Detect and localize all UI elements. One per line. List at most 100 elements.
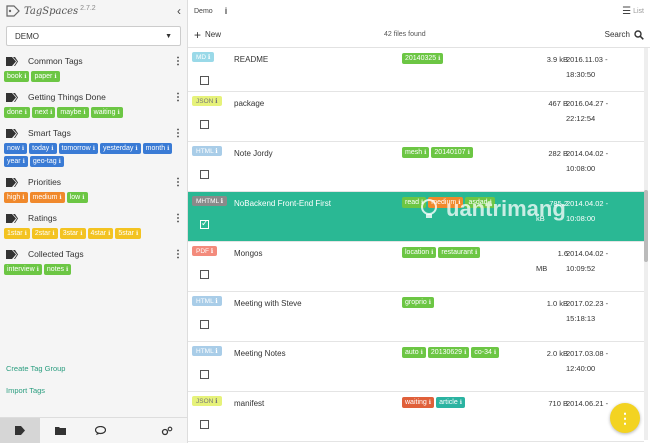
scrollbar-thumb[interactable] (644, 190, 648, 262)
file-tag-chip[interactable]: asdad ℹ (465, 197, 495, 208)
tag-label: today (32, 145, 50, 152)
tag-group-header[interactable]: Collected Tags ⋮ (2, 247, 185, 261)
tag-group-menu-icon[interactable]: ⋮ (173, 56, 183, 67)
tag-group-menu-icon[interactable]: ⋮ (173, 249, 183, 260)
tag-group-header[interactable]: Ratings ⋮ (2, 211, 185, 225)
file-checkbox[interactable] (200, 170, 209, 179)
tag-chip[interactable]: notes ℹ (43, 264, 72, 275)
file-tag-chip[interactable]: location ℹ (402, 247, 437, 258)
tag-group-menu-icon[interactable]: ⋮ (173, 177, 183, 188)
tag-chip[interactable]: next ℹ (31, 107, 56, 118)
file-extension-badge: HTML ℹ (192, 346, 222, 356)
file-row[interactable]: JSON ℹ package 467 B 2016.04.27 - 22:12:54 (188, 92, 644, 142)
file-tag-chip[interactable]: 20140325 ℹ (402, 53, 444, 64)
tag-chip[interactable]: 1star ℹ (4, 228, 30, 239)
tag-info-icon: ℹ (167, 146, 170, 152)
file-tag-chip[interactable]: 20130629 ℹ (427, 347, 470, 358)
current-location[interactable]: Demo (194, 8, 213, 15)
file-tag-chip[interactable]: 20140107 ℹ (431, 147, 473, 158)
file-checkbox[interactable] (200, 76, 209, 85)
file-tag-chip[interactable]: mesh ℹ (402, 147, 430, 158)
floating-action-button[interactable]: ⋮ (610, 403, 640, 433)
file-checkbox[interactable] (200, 420, 209, 429)
folder-navigator-button[interactable] (40, 418, 80, 443)
tag-group-icon (6, 56, 18, 66)
file-checkbox[interactable] (200, 270, 209, 279)
file-row[interactable]: HTML ℹ Meeting with Steve groprio ℹ 1.0 kB 20… (188, 292, 644, 342)
file-tag-chip[interactable]: waiting ℹ (402, 397, 435, 408)
file-checkbox[interactable] (200, 120, 209, 129)
tag-chip[interactable]: maybe ℹ (57, 107, 89, 118)
tag-chip[interactable]: interview ℹ (4, 264, 42, 275)
chat-button[interactable] (80, 418, 120, 443)
tag-info-icon: ℹ (66, 267, 69, 273)
tag-chip[interactable]: waiting ℹ (90, 107, 123, 118)
tag-chip[interactable]: 3star ℹ (59, 228, 86, 239)
tag-list: 1star ℹ 2star ℹ 3star ℹ 4star ℹ 5star ℹ (2, 225, 185, 239)
file-size: 1.0 kB (546, 299, 568, 308)
perspective-switcher[interactable]: ☰ List (622, 6, 644, 17)
tag-group-icon (6, 249, 18, 259)
file-row[interactable]: JSON ℹ manifest waiting ℹ article ℹ 710 B 2014.… (188, 392, 644, 442)
tag-label: book (7, 73, 23, 80)
import-tags-link[interactable]: Import Tags (0, 386, 51, 395)
file-name: Meeting Notes (234, 349, 286, 358)
create-tag-group-link[interactable]: Create Tag Group (0, 364, 71, 373)
tag-label: maybe (60, 109, 82, 116)
tag-chip[interactable]: 4star ℹ (87, 228, 114, 239)
tag-chip[interactable]: tomorrow ℹ (58, 143, 98, 154)
tag-chip[interactable]: done ℹ (4, 107, 30, 118)
file-row[interactable]: HTML ℹ Note Jordy mesh ℹ 20140107 ℹ 282 B 2014.… (188, 142, 644, 192)
tag-chip[interactable]: book ℹ (4, 71, 30, 82)
tag-group-header[interactable]: Getting Things Done ⋮ (2, 90, 185, 104)
file-tag-chip[interactable]: groprio ℹ (402, 297, 435, 308)
file-row[interactable]: MHTML ℹ NoBackend Front-End First readℹmed… (188, 192, 644, 242)
settings-button[interactable] (147, 418, 187, 443)
tag-group-header[interactable]: Priorities ⋮ (2, 175, 185, 189)
file-tag-chip[interactable]: read ℹ (402, 197, 427, 208)
file-row[interactable]: MD ℹ README 20140325 ℹ 3.9 kB 2016.11.03 - 18:… (188, 48, 644, 92)
tag-chip[interactable]: paper ℹ (31, 71, 60, 82)
new-file-button[interactable]: + New (194, 28, 221, 42)
tag-chip[interactable]: month ℹ (142, 143, 173, 154)
tag-group-title: Ratings (28, 213, 57, 223)
tag-chip[interactable]: medium ℹ (29, 192, 65, 203)
file-tag-chip[interactable]: co-34 ℹ (471, 347, 500, 358)
file-tag-chip[interactable]: medium ℹ (428, 197, 464, 208)
collapse-sidebar-button[interactable]: ‹ (177, 4, 181, 18)
app: TagSpaces 2.7.2 ‹ DEMO ▼ Common Tags ⋮ boo… (0, 0, 650, 443)
tag-group-header[interactable]: Common Tags ⋮ (2, 54, 185, 68)
tag-chip[interactable]: 5star ℹ (115, 228, 142, 239)
tag-chip[interactable]: year ℹ (4, 156, 28, 167)
file-checkbox[interactable] (200, 218, 209, 229)
file-checkbox[interactable] (200, 370, 209, 379)
tag-group-icon (6, 128, 18, 138)
file-row[interactable]: HTML ℹ Meeting Notes auto ℹ 20130629 ℹ co-34 ℹ 2… (188, 342, 644, 392)
tag-chip[interactable]: geo-tag ℹ (29, 156, 64, 167)
tag-chip[interactable]: 2star ℹ (31, 228, 58, 239)
tag-label: month (145, 145, 166, 152)
tag-group-menu-icon[interactable]: ⋮ (173, 128, 183, 139)
file-extension-badge: HTML ℹ (192, 146, 222, 156)
tag-group-menu-icon[interactable]: ⋮ (173, 213, 183, 224)
info-icon[interactable]: i (225, 6, 228, 16)
tag-group-menu-icon[interactable]: ⋮ (173, 92, 183, 103)
file-tag-chip[interactable]: article ℹ (436, 397, 466, 408)
file-row[interactable]: PDF ℹ Mongos location ℹ restaurant ℹ 1.6 MB 2014… (188, 242, 644, 292)
tag-group-icon (6, 177, 18, 187)
file-extension-badge: PDF ℹ (192, 246, 218, 256)
file-checkbox[interactable] (200, 320, 209, 329)
tag-label: 1star (7, 230, 23, 237)
tag-group-header[interactable]: Smart Tags ⋮ (2, 126, 185, 140)
file-tag-chip[interactable]: auto ℹ (402, 347, 426, 358)
file-extension-badge: JSON ℹ (192, 96, 222, 106)
tag-chip[interactable]: yesterday ℹ (100, 143, 141, 154)
location-select[interactable]: DEMO ▼ (6, 26, 181, 46)
tag-chip[interactable]: today ℹ (29, 143, 57, 154)
tag-chip[interactable]: low ℹ (66, 192, 88, 203)
tag-chip[interactable]: now ℹ (4, 143, 28, 154)
tag-chip[interactable]: high ℹ (4, 192, 28, 203)
file-tag-chip[interactable]: restaurant ℹ (438, 247, 481, 258)
search-button[interactable]: Search (605, 29, 644, 40)
tag-library-button[interactable] (0, 418, 40, 443)
